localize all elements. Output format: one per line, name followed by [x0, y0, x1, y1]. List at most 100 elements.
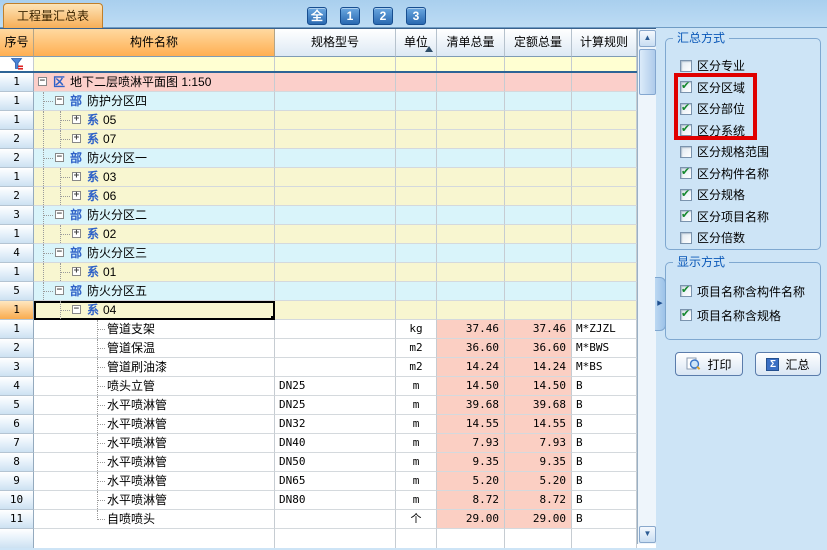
- name-cell[interactable]: 水平喷淋管: [34, 434, 275, 453]
- name-cell[interactable]: 水平喷淋管: [34, 491, 275, 510]
- tree-row-sys[interactable]: 2+系06: [0, 187, 656, 206]
- tree-row-sys[interactable]: 1+系02: [0, 225, 656, 244]
- expand-toggle-icon[interactable]: +: [72, 134, 81, 143]
- scroll-up-icon[interactable]: ▲: [639, 30, 656, 47]
- filter-cell[interactable]: [34, 57, 275, 71]
- checkbox-summary-区分系统[interactable]: 区分系统: [666, 120, 820, 142]
- expand-toggle-icon[interactable]: −: [55, 153, 64, 162]
- checkbox-icon[interactable]: [680, 309, 692, 321]
- table-row[interactable]: 9水平喷淋管DN65m5.205.20B: [0, 472, 656, 491]
- summarize-button[interactable]: Σ 汇总: [755, 352, 821, 376]
- name-cell[interactable]: −部防护分区四: [34, 92, 275, 111]
- checkbox-summary-区分倍数[interactable]: 区分倍数: [666, 227, 820, 249]
- name-cell[interactable]: 水平喷淋管: [34, 472, 275, 491]
- tab-quantity-summary[interactable]: 工程量汇总表: [3, 3, 103, 29]
- level-button-all[interactable]: 全: [307, 7, 327, 25]
- name-cell[interactable]: −部防火分区五: [34, 282, 275, 301]
- table-row[interactable]: 2管道保温m236.6036.60M*BWS: [0, 339, 656, 358]
- name-cell[interactable]: −部防火分区三: [34, 244, 275, 263]
- checkbox-icon[interactable]: [680, 81, 692, 93]
- column-header-7[interactable]: 计算规则: [572, 29, 637, 57]
- expand-toggle-icon[interactable]: +: [72, 115, 81, 124]
- name-cell[interactable]: −部防火分区二: [34, 206, 275, 225]
- table-row[interactable]: 11自喷喷头个29.0029.00B: [0, 510, 656, 529]
- tree-row-part[interactable]: 1−部防护分区四: [0, 92, 656, 111]
- name-cell[interactable]: 管道保温: [34, 339, 275, 358]
- checkbox-summary-区分区域[interactable]: 区分区域: [666, 77, 820, 99]
- name-cell[interactable]: 水平喷淋管: [34, 415, 275, 434]
- table-row[interactable]: 6水平喷淋管DN32m14.5514.55B: [0, 415, 656, 434]
- name-cell[interactable]: +系03: [34, 168, 275, 187]
- name-cell[interactable]: 管道支架: [34, 320, 275, 339]
- checkbox-summary-区分规格范围[interactable]: 区分规格范围: [666, 141, 820, 163]
- name-cell[interactable]: 水平喷淋管: [34, 396, 275, 415]
- filter-cell[interactable]: [275, 57, 396, 71]
- column-header-1[interactable]: 序号: [0, 29, 34, 57]
- checkbox-icon[interactable]: [680, 103, 692, 115]
- checkbox-display-项目名称含构件名称[interactable]: 项目名称含构件名称: [666, 279, 820, 303]
- expand-toggle-icon[interactable]: −: [38, 77, 47, 86]
- expand-toggle-icon[interactable]: −: [55, 248, 64, 257]
- name-cell[interactable]: +系06: [34, 187, 275, 206]
- tree-row-sys[interactable]: 1−系04: [0, 301, 656, 320]
- column-header-5[interactable]: 清单总量: [437, 29, 505, 57]
- checkbox-summary-区分构件名称[interactable]: 区分构件名称: [666, 163, 820, 185]
- filter-cell[interactable]: [572, 57, 637, 71]
- checkbox-icon[interactable]: [680, 146, 692, 158]
- tree-row-sys[interactable]: 1+系05: [0, 111, 656, 130]
- tree-row-part[interactable]: 4−部防火分区三: [0, 244, 656, 263]
- expand-toggle-icon[interactable]: +: [72, 191, 81, 200]
- table-row[interactable]: 1管道支架kg37.4637.46M*ZJZL: [0, 320, 656, 339]
- name-cell[interactable]: +系05: [34, 111, 275, 130]
- filter-funnel-cell[interactable]: [0, 57, 34, 71]
- column-header-2[interactable]: 构件名称: [34, 29, 275, 57]
- name-cell[interactable]: +系02: [34, 225, 275, 244]
- table-row[interactable]: 7水平喷淋管DN40m7.937.93B: [0, 434, 656, 453]
- name-cell[interactable]: −系04: [34, 301, 275, 320]
- checkbox-summary-区分部位[interactable]: 区分部位: [666, 98, 820, 120]
- name-cell[interactable]: −部防火分区一: [34, 149, 275, 168]
- expand-toggle-icon[interactable]: +: [72, 229, 81, 238]
- name-cell[interactable]: +系01: [34, 263, 275, 282]
- checkbox-icon[interactable]: [680, 124, 692, 136]
- checkbox-display-项目名称含规格[interactable]: 项目名称含规格: [666, 303, 820, 327]
- checkbox-summary-区分项目名称[interactable]: 区分项目名称: [666, 206, 820, 228]
- tree-row-part[interactable]: 2−部防火分区一: [0, 149, 656, 168]
- vertical-scrollbar[interactable]: ▲ ▼: [637, 29, 656, 544]
- name-cell[interactable]: −区地下二层喷淋平面图 1:150: [34, 73, 275, 92]
- name-cell[interactable]: 管道刷油漆: [34, 358, 275, 377]
- expand-toggle-icon[interactable]: +: [72, 267, 81, 276]
- tree-row-sys[interactable]: 1+系03: [0, 168, 656, 187]
- filter-cell[interactable]: [505, 57, 572, 71]
- table-row[interactable]: 5水平喷淋管DN25m39.6839.68B: [0, 396, 656, 415]
- column-header-4[interactable]: 单位: [396, 29, 437, 57]
- name-cell[interactable]: 水平喷淋管: [34, 453, 275, 472]
- scrollbar-thumb[interactable]: [639, 49, 656, 95]
- column-header-3[interactable]: 规格型号: [275, 29, 396, 57]
- expand-toggle-icon[interactable]: −: [55, 286, 64, 295]
- checkbox-icon[interactable]: [680, 285, 692, 297]
- tree-row-sys[interactable]: 1+系01: [0, 263, 656, 282]
- filter-cell[interactable]: [437, 57, 505, 71]
- expand-toggle-icon[interactable]: −: [55, 210, 64, 219]
- checkbox-icon[interactable]: [680, 60, 692, 72]
- name-cell[interactable]: 喷头立管: [34, 377, 275, 396]
- level-button-3[interactable]: 3: [406, 7, 426, 25]
- name-cell[interactable]: 自喷喷头: [34, 510, 275, 529]
- checkbox-summary-区分专业[interactable]: 区分专业: [666, 55, 820, 77]
- print-button[interactable]: 打印: [675, 352, 743, 376]
- level-button-2[interactable]: 2: [373, 7, 393, 25]
- checkbox-icon[interactable]: [680, 167, 692, 179]
- checkbox-icon[interactable]: [680, 189, 692, 201]
- expand-toggle-icon[interactable]: −: [55, 96, 64, 105]
- column-header-6[interactable]: 定额总量: [505, 29, 572, 57]
- table-row[interactable]: 8水平喷淋管DN50m9.359.35B: [0, 453, 656, 472]
- name-cell[interactable]: +系07: [34, 130, 275, 149]
- level-button-1[interactable]: 1: [340, 7, 360, 25]
- checkbox-icon[interactable]: [680, 210, 692, 222]
- expand-toggle-icon[interactable]: −: [72, 305, 81, 314]
- scroll-down-icon[interactable]: ▼: [639, 526, 656, 543]
- filter-cell[interactable]: [396, 57, 437, 71]
- expand-toggle-icon[interactable]: +: [72, 172, 81, 181]
- tree-row-part[interactable]: 5−部防火分区五: [0, 282, 656, 301]
